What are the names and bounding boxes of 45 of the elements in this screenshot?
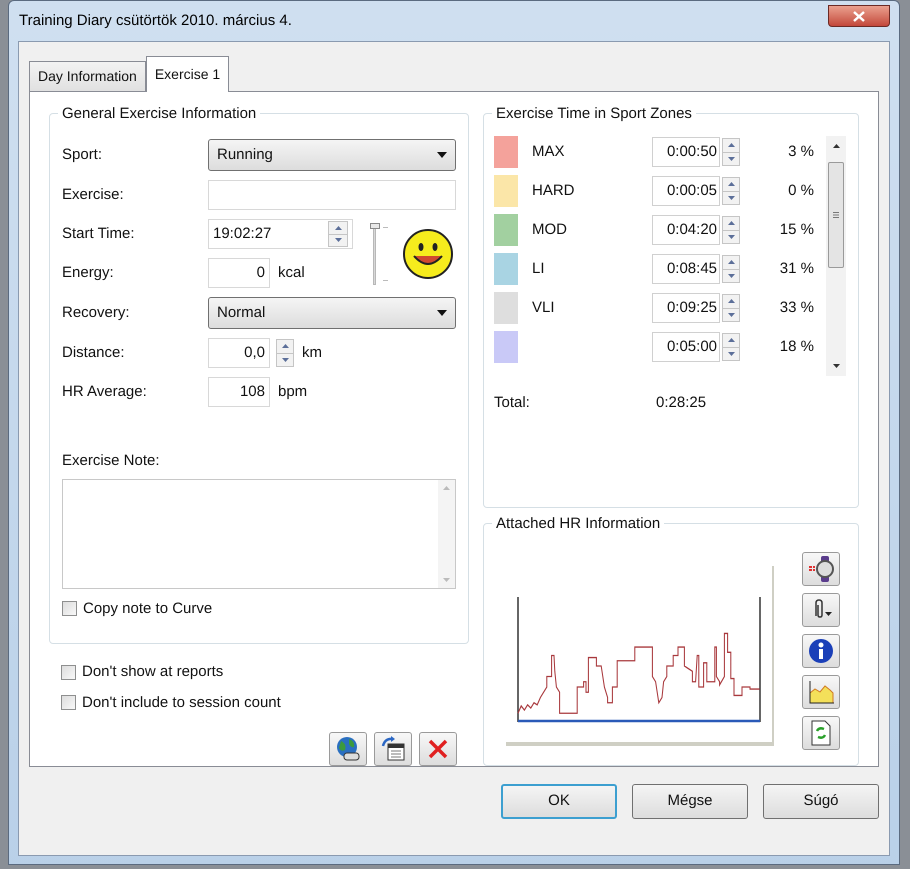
time-field[interactable]: 19:02:27 bbox=[208, 219, 353, 249]
field-label: HR Average: bbox=[62, 382, 148, 402]
field-label: Recovery: bbox=[62, 302, 131, 323]
dropdown[interactable]: Running bbox=[208, 139, 456, 171]
checkbox-label: Don't include to session count bbox=[82, 692, 281, 712]
unit-label: bpm bbox=[278, 382, 308, 402]
time-field[interactable]: 0:04:20 bbox=[652, 215, 720, 245]
time-field[interactable]: 0:00:50 bbox=[652, 137, 720, 167]
field-label: Exercise Note: bbox=[62, 451, 161, 471]
zone-percent: 15 % bbox=[778, 220, 814, 240]
zone-name: LI bbox=[531, 258, 546, 279]
total-label: Total: bbox=[494, 393, 531, 413]
checkbox-label: Don't show at reports bbox=[82, 662, 224, 682]
time-field[interactable]: 0:09:25 bbox=[652, 293, 720, 323]
zone-name: MAX bbox=[531, 142, 566, 162]
zone-name: MOD bbox=[531, 220, 568, 240]
unit-label: kcal bbox=[278, 262, 305, 283]
tab[interactable]: Exercise 1 bbox=[146, 56, 230, 92]
field-label: Start Time: bbox=[62, 224, 136, 244]
time-field[interactable]: 0:05:00 bbox=[652, 332, 720, 362]
field-label: Distance: bbox=[62, 342, 126, 363]
window-title: Training Diary csütörtök 2010. március 4. bbox=[19, 10, 292, 31]
zone-percent: 0 % bbox=[787, 180, 814, 201]
field-label: Energy: bbox=[62, 262, 115, 283]
total-time: 0:28:25 bbox=[656, 393, 706, 413]
dialog-button[interactable]: Súgó bbox=[763, 784, 879, 819]
checkbox-label: Copy note to Curve bbox=[83, 598, 212, 618]
unit-label: km bbox=[302, 342, 322, 363]
time-field[interactable]: 0:08:45 bbox=[652, 254, 720, 284]
zone-percent: 18 % bbox=[778, 336, 814, 357]
zone-name: HARD bbox=[531, 180, 576, 201]
field-label: Sport: bbox=[62, 144, 104, 165]
zone-percent: 31 % bbox=[778, 258, 814, 279]
field-label: Exercise: bbox=[62, 184, 125, 205]
time-field[interactable]: 0:00:05 bbox=[652, 176, 720, 206]
input-field[interactable]: 0,0 bbox=[208, 338, 270, 368]
input-field[interactable]: 0 bbox=[208, 258, 270, 288]
zone-percent: 3 % bbox=[787, 142, 814, 162]
dialog-button[interactable]: OK bbox=[501, 784, 617, 819]
tab[interactable]: Day Information bbox=[29, 61, 146, 91]
zone-percent: 33 % bbox=[778, 298, 814, 318]
zone-name: VLI bbox=[531, 298, 556, 318]
dropdown[interactable]: Normal bbox=[208, 297, 456, 329]
input-field[interactable]: 108 bbox=[208, 377, 270, 407]
dialog-button[interactable]: Mégse bbox=[632, 784, 748, 819]
